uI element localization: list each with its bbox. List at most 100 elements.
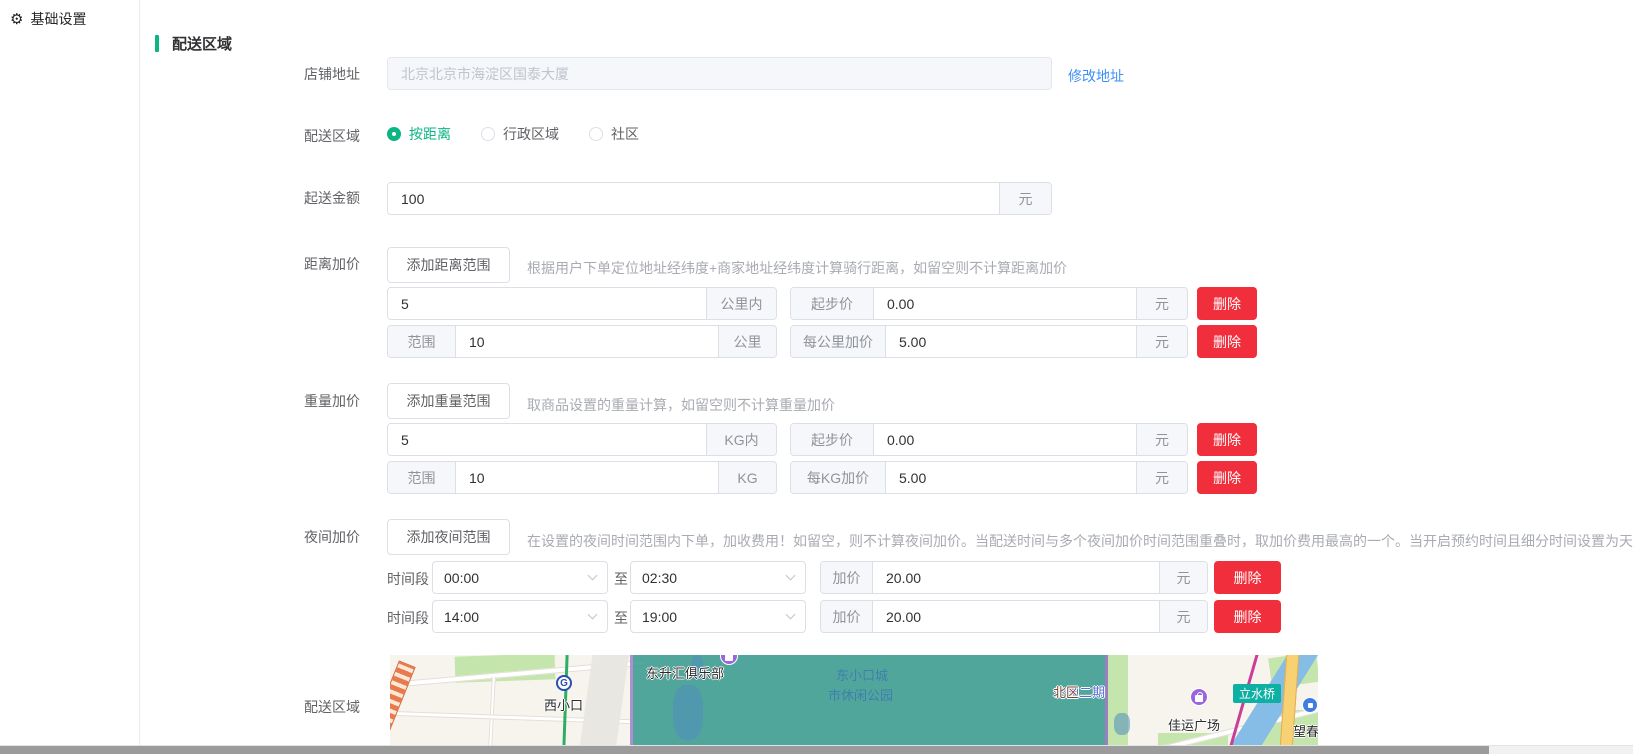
chevron-down-icon: [786, 571, 796, 581]
night-row1-to-text: 至: [614, 569, 628, 589]
min-order-label: 起送金额: [230, 190, 360, 206]
night-row2-to-text: 至: [614, 608, 628, 628]
weight-label: 重量加价: [230, 393, 360, 409]
modify-address-link[interactable]: 修改地址: [1068, 66, 1124, 86]
night-row1-to-value: 02:30: [642, 570, 677, 586]
weight-row2-price-input[interactable]: 5.00: [886, 462, 1136, 493]
night-row2-from-value: 14:00: [444, 609, 479, 625]
distance-row1-delete-button[interactable]: 删除: [1197, 287, 1257, 320]
distance-row1-range-group: 5 公里内: [387, 287, 777, 320]
area-type-radio-group: 按距离 行政区域 社区: [387, 124, 639, 144]
map-place-jiayun: 佳运广场: [1168, 715, 1220, 734]
map-place-xixiaokou: 西小口: [544, 695, 583, 714]
night-row2-to-select[interactable]: 19:00: [630, 600, 806, 633]
distance-row2-price-group: 每公里加价 5.00 元: [790, 325, 1188, 358]
distance-row2-unit: 公里: [718, 326, 776, 357]
radio-unselected-icon: [481, 127, 495, 141]
store-address-placeholder: 北京北京市海淀区国泰大厦: [401, 64, 569, 84]
section-header: 配送区域: [155, 33, 232, 54]
add-night-range-button[interactable]: 添加夜间范围: [387, 519, 510, 555]
map-label: 配送区域: [230, 699, 360, 715]
map-place-lishuiqiao-badge: 立水桥: [1233, 684, 1281, 703]
night-row1-to-select[interactable]: 02:30: [630, 561, 806, 594]
night-hint: 在设置的夜间时间范围内下单，加收费用！如留空，则不计算夜间加价。当配送时间与多个…: [527, 531, 1633, 551]
chevron-down-icon: [786, 610, 796, 620]
map-road: [488, 677, 496, 745]
distance-row2-price-unit: 元: [1136, 326, 1187, 357]
radio-selected-icon: [387, 127, 401, 141]
delivery-settings-page: ⚙ 基础设置 配送区域 店铺地址 北京北京市海淀区国泰大厦 修改地址 配送区域 …: [0, 0, 1633, 754]
night-row1-price-group: 加价 20.00 元: [820, 561, 1208, 594]
night-row2-delete-button[interactable]: 删除: [1214, 600, 1281, 633]
night-row1-period-label: 时间段: [387, 569, 429, 589]
map-railway: [390, 660, 416, 745]
night-row2-price-label: 加价: [821, 601, 873, 632]
map-place-beiqu: 北区: [1053, 682, 1079, 701]
store-address-label: 店铺地址: [230, 66, 360, 82]
distance-hint: 根据用户下单定位地址经纬度+商家地址经纬度计算骑行距离，如留空则不计算距离加价: [527, 258, 1067, 278]
store-address-input[interactable]: 北京北京市海淀区国泰大厦: [387, 57, 1052, 90]
night-row2-price-group: 加价 20.00 元: [820, 600, 1208, 633]
night-row2-period-label: 时间段: [387, 608, 429, 628]
night-row1-price-unit: 元: [1159, 562, 1207, 593]
distance-row2-delete-button[interactable]: 删除: [1197, 325, 1257, 358]
weight-row2-price-unit: 元: [1136, 462, 1187, 493]
weight-row1-value-input[interactable]: 5: [388, 424, 706, 455]
min-order-group: 100 元: [387, 182, 1052, 215]
add-weight-range-button[interactable]: 添加重量范围: [387, 383, 510, 419]
weight-row1-range-group: 5 KG内: [387, 423, 777, 456]
section-accent-bar: [155, 35, 159, 52]
map-place-dongshenghui: 东升汇俱乐部: [646, 663, 724, 682]
map-place-park-line1: 东小口城: [836, 665, 888, 684]
weight-row2-value-input[interactable]: 10: [456, 462, 718, 493]
distance-label: 距离加价: [230, 256, 360, 272]
delivery-area-map[interactable]: G 西小口 东升汇俱乐部 东小口城 市休闲公园 公园二期北区 立水桥 佳运广场 …: [390, 655, 1318, 745]
horizontal-scrollbar-track[interactable]: [0, 745, 1633, 754]
radio-by-distance[interactable]: 按距离: [387, 124, 451, 144]
weight-row1-price-unit: 元: [1136, 424, 1187, 455]
page-title: 配送区域: [172, 33, 232, 54]
night-row1-price-label: 加价: [821, 562, 873, 593]
distance-row1-price-unit: 元: [1136, 288, 1187, 319]
night-row1-delete-button[interactable]: 删除: [1214, 561, 1281, 594]
chevron-down-icon: [588, 610, 598, 620]
distance-row2-range-label: 范围: [388, 326, 456, 357]
weight-row1-price-input[interactable]: 0.00: [874, 424, 1136, 455]
night-label: 夜间加价: [230, 529, 360, 545]
distance-row1-price-label: 起步价: [791, 288, 874, 319]
map-water: [673, 685, 703, 740]
night-row1-from-value: 00:00: [444, 570, 479, 586]
map-place-wangchun: 望春: [1293, 721, 1318, 740]
chevron-down-icon: [588, 571, 598, 581]
weight-row1-delete-button[interactable]: 删除: [1197, 423, 1257, 456]
night-row2-price-input[interactable]: 20.00: [873, 601, 1159, 632]
night-row2-from-select[interactable]: 14:00: [432, 600, 608, 633]
distance-row2-price-label: 每公里加价: [791, 326, 886, 357]
weight-row1-unit: KG内: [706, 424, 776, 455]
radio-unselected-icon: [589, 127, 603, 141]
night-row2-to-value: 19:00: [642, 609, 677, 625]
weight-row2-delete-button[interactable]: 删除: [1197, 461, 1257, 494]
horizontal-scrollbar-thumb[interactable]: [0, 746, 1489, 754]
area-type-label: 配送区域: [230, 128, 360, 144]
park-poi-icon: [1302, 697, 1318, 713]
distance-row1-price-input[interactable]: 0.00: [874, 288, 1136, 319]
distance-row2-price-input[interactable]: 5.00: [886, 326, 1136, 357]
map-place-park-line2: 市休闲公园: [828, 685, 893, 704]
sidebar: ⚙ 基础设置: [0, 0, 140, 745]
min-order-unit: 元: [999, 183, 1051, 214]
sidebar-item-basic-settings[interactable]: ⚙ 基础设置: [0, 0, 139, 38]
weight-row2-price-group: 每KG加价 5.00 元: [790, 461, 1188, 494]
distance-row2-range-group: 范围 10 公里: [387, 325, 777, 358]
add-distance-range-button[interactable]: 添加距离范围: [387, 247, 510, 283]
night-row1-from-select[interactable]: 00:00: [432, 561, 608, 594]
weight-hint: 取商品设置的重量计算，如留空则不计算重量加价: [527, 395, 835, 415]
min-order-input[interactable]: 100: [388, 183, 999, 214]
mall-poi-icon: [1190, 688, 1208, 706]
night-row1-price-input[interactable]: 20.00: [873, 562, 1159, 593]
radio-community[interactable]: 社区: [589, 124, 639, 144]
distance-row1-value-input[interactable]: 5: [388, 288, 706, 319]
radio-admin-region[interactable]: 行政区域: [481, 124, 559, 144]
distance-row2-value-input[interactable]: 10: [456, 326, 718, 357]
gear-icon: ⚙: [10, 12, 23, 27]
